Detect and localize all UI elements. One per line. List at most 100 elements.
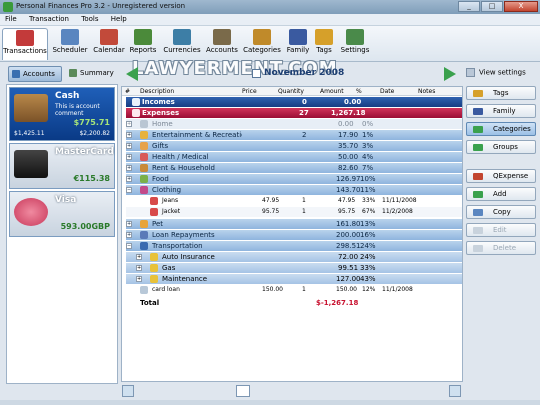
- categories-button[interactable]: Categories: [466, 122, 536, 136]
- qexpense-button[interactable]: QExpense: [466, 169, 536, 183]
- row-amount: 126.97: [336, 175, 361, 183]
- edit-button[interactable]: Edit: [466, 223, 536, 237]
- table-row[interactable]: + Auto Insurance 72.00 24%: [126, 252, 462, 262]
- total-row: Total $-1,267.18: [126, 298, 462, 308]
- table-row[interactable]: + Pet 161.80 13%: [126, 219, 462, 229]
- row-percent: 16%: [360, 231, 376, 239]
- expand-icon[interactable]: +: [126, 221, 132, 227]
- search-icon[interactable]: [236, 385, 250, 397]
- calendar-icon: [100, 29, 118, 45]
- toolbar-scheduler[interactable]: Scheduler: [52, 28, 88, 60]
- col-date[interactable]: Date: [380, 88, 394, 95]
- summary-tab[interactable]: Summary: [66, 66, 118, 82]
- table-row[interactable]: card loan 150.00 1 150.00 12% 11/1/2008: [126, 285, 462, 295]
- button-label: Groups: [493, 143, 518, 151]
- col-percent[interactable]: %: [356, 88, 362, 95]
- row-amount: 50.00: [338, 153, 359, 161]
- edit-icon: [473, 227, 483, 234]
- table-row[interactable]: Jeans 47.95 1 47.95 33% 11/11/2008: [126, 196, 462, 206]
- col-amount[interactable]: Amount: [320, 88, 344, 95]
- toolbar-accounts[interactable]: Accounts: [204, 28, 240, 60]
- account-card-cash[interactable]: Cash This is account comment $775.71 $1,…: [9, 87, 115, 141]
- copy-button[interactable]: Copy: [466, 205, 536, 219]
- row-description: Jeans: [162, 197, 179, 204]
- add-button[interactable]: Add: [466, 187, 536, 201]
- table-row[interactable]: + Home 0.00 0%: [126, 119, 462, 129]
- maximize-button[interactable]: □: [481, 1, 503, 12]
- toolbar-settings[interactable]: Settings: [340, 28, 370, 60]
- expand-icon[interactable]: +: [126, 121, 132, 127]
- account-card-mastercard[interactable]: MasterCard €115.38: [9, 143, 115, 189]
- view-settings-label: View settings: [479, 68, 526, 77]
- family-icon: [289, 29, 307, 45]
- table-row[interactable]: + Food 126.97 10%: [126, 174, 462, 184]
- col-num[interactable]: #: [125, 88, 130, 95]
- col-description[interactable]: Description: [140, 88, 174, 95]
- table-row[interactable]: + Entertainment & Recreatio 2 17.90 1%: [126, 130, 462, 140]
- close-button[interactable]: X: [504, 1, 538, 12]
- groups-button[interactable]: Groups: [466, 140, 536, 154]
- calendar-small-icon: [252, 69, 261, 78]
- row-amount: 298.51: [336, 242, 361, 250]
- expand-icon[interactable]: +: [126, 232, 132, 238]
- accounts-tab[interactable]: Accounts: [8, 66, 62, 82]
- account-income-total: $1,425.11: [14, 130, 45, 137]
- col-quantity[interactable]: Quantity: [278, 88, 304, 95]
- collapse-all-icon[interactable]: [122, 385, 134, 397]
- view-settings-button[interactable]: View settings: [466, 68, 526, 77]
- table-row[interactable]: − Clothing 143.70 11%: [126, 185, 462, 195]
- previous-period-arrow-icon[interactable]: [126, 67, 138, 81]
- expand-icon[interactable]: +: [136, 254, 142, 260]
- row-description: Home: [152, 120, 173, 128]
- menu-help[interactable]: Help: [106, 14, 132, 24]
- table-row[interactable]: + Gas 99.51 33%: [126, 263, 462, 273]
- col-price[interactable]: Price: [242, 88, 257, 95]
- expand-icon[interactable]: +: [136, 276, 142, 282]
- table-row[interactable]: − Transportation 298.51 24%: [126, 241, 462, 251]
- toolbar-tags[interactable]: Tags: [312, 28, 336, 60]
- toolbar-categories[interactable]: Categories: [242, 28, 282, 60]
- expand-all-icon[interactable]: [449, 385, 461, 397]
- menu-tools[interactable]: Tools: [76, 14, 103, 24]
- expand-icon[interactable]: +: [126, 165, 132, 171]
- collapse-icon[interactable]: −: [126, 187, 132, 193]
- table-row[interactable]: + Loan Repayments 200.00 16%: [126, 230, 462, 240]
- toolbar-family[interactable]: Family: [284, 28, 312, 60]
- button-label: Add: [493, 190, 507, 198]
- row-quantity: 1: [302, 197, 306, 204]
- scheduler-icon: [61, 29, 79, 45]
- family-button[interactable]: Family: [466, 104, 536, 118]
- toolbar-transactions[interactable]: Transactions: [2, 28, 48, 60]
- table-row[interactable]: Incomes 0 0.00: [126, 97, 462, 107]
- tags-button[interactable]: Tags: [466, 86, 536, 100]
- categories-icon: [253, 29, 271, 45]
- transactions-grid: # Description Price Quantity Amount % Da…: [121, 86, 463, 382]
- menu-file[interactable]: File: [0, 14, 22, 24]
- account-card-visa[interactable]: Visa 593.00GBP: [9, 191, 115, 237]
- expand-icon[interactable]: +: [126, 132, 132, 138]
- table-row[interactable]: + Maintenance 127.00 43%: [126, 274, 462, 284]
- minimize-button[interactable]: _: [458, 1, 480, 12]
- expand-icon[interactable]: +: [136, 265, 142, 271]
- table-row[interactable]: Jacket 95.75 1 95.75 67% 11/2/2008: [126, 207, 462, 217]
- toolbar-calendar[interactable]: Calendar: [92, 28, 126, 60]
- row-amount: 127.00: [336, 275, 361, 283]
- expand-icon[interactable]: +: [126, 154, 132, 160]
- collapse-icon[interactable]: −: [126, 243, 132, 249]
- table-row[interactable]: Expenses 27 1,267.18: [126, 108, 462, 118]
- row-percent: 4%: [362, 153, 374, 161]
- toolbar-currencies[interactable]: Currencies: [162, 28, 202, 60]
- toolbar-label: Reports: [129, 46, 157, 54]
- table-row[interactable]: + Gifts 35.70 3%: [126, 141, 462, 151]
- table-row[interactable]: + Rent & Household 82.60 7%: [126, 163, 462, 173]
- table-row[interactable]: + Health / Medical 50.00 4%: [126, 152, 462, 162]
- next-period-arrow-icon[interactable]: [444, 67, 456, 81]
- toolbar-reports[interactable]: Reports: [128, 28, 158, 60]
- loan-icon: [140, 231, 148, 239]
- col-notes[interactable]: Notes: [418, 88, 435, 95]
- delete-button[interactable]: Delete: [466, 241, 536, 255]
- expand-icon[interactable]: +: [126, 176, 132, 182]
- menu-transaction[interactable]: Transaction: [24, 14, 74, 24]
- add-icon: [473, 191, 483, 198]
- expand-icon[interactable]: +: [126, 143, 132, 149]
